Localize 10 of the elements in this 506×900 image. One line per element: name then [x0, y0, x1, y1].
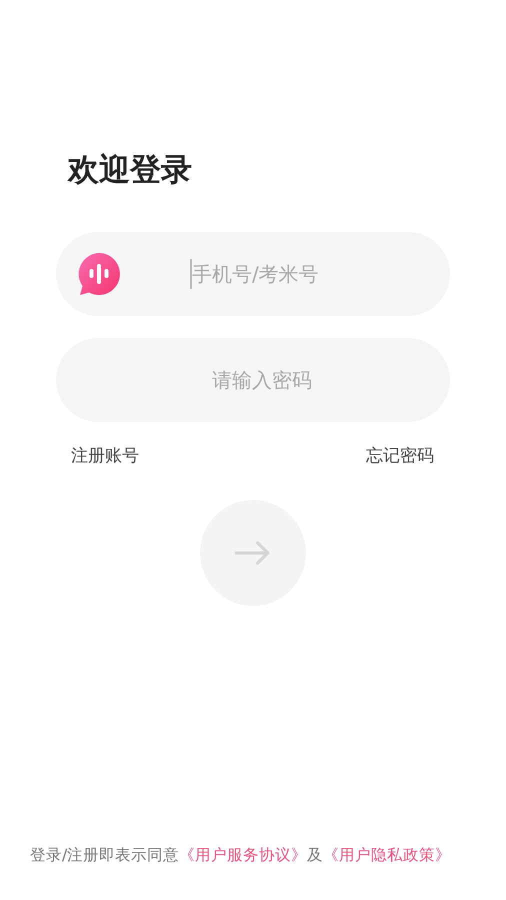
account-field[interactable]: 手机号/考米号	[56, 232, 450, 316]
text-link[interactable]: 注册账号	[71, 444, 139, 468]
arrow-right-icon	[234, 541, 272, 565]
text-link[interactable]: 忘记密码	[366, 444, 434, 468]
terms-link[interactable]: 《用户服务协议》	[179, 846, 308, 864]
chat-bubble-icon	[77, 252, 121, 296]
password-field[interactable]: 请输入密码	[56, 338, 450, 422]
privacy-link[interactable]: 《用户隐私政策》	[323, 846, 452, 864]
page-title: 欢迎登录	[68, 151, 193, 190]
agreement-text: 登录/注册即表示同意《用户服务协议》及《用户隐私政策》	[30, 845, 452, 866]
